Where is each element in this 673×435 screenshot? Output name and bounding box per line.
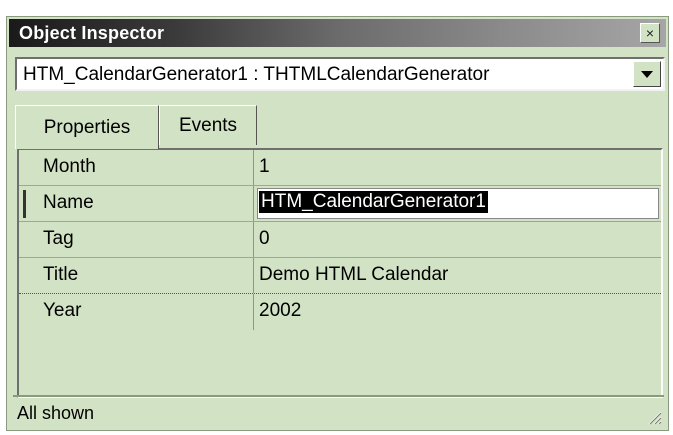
component-selector[interactable]: HTM_CalendarGenerator1 : THTMLCalendarGe… bbox=[15, 57, 665, 91]
status-bar: All shown bbox=[13, 395, 664, 427]
tab-properties[interactable]: Properties bbox=[15, 105, 159, 149]
close-button[interactable]: × bbox=[640, 23, 660, 43]
property-name: Month bbox=[43, 156, 96, 177]
property-row-month[interactable]: Month 1 bbox=[19, 150, 661, 186]
window-title: Object Inspector bbox=[19, 22, 165, 43]
selected-row-marker bbox=[23, 190, 26, 218]
column-divider[interactable] bbox=[253, 294, 254, 330]
object-inspector-window: Object Inspector × HTM_CalendarGenerator… bbox=[6, 16, 669, 431]
title-bar[interactable]: Object Inspector × bbox=[9, 19, 666, 47]
property-value[interactable]: 2002 bbox=[259, 300, 301, 322]
property-row-title[interactable]: Title Demo HTML Calendar bbox=[19, 258, 661, 294]
dropdown-button[interactable] bbox=[633, 61, 661, 87]
tab-events-label: Events bbox=[178, 114, 238, 136]
property-value-selected-text[interactable]: HTM_CalendarGenerator1 bbox=[259, 191, 488, 213]
column-divider[interactable] bbox=[253, 258, 254, 293]
property-value[interactable]: 1 bbox=[259, 156, 270, 178]
column-divider[interactable] bbox=[253, 186, 254, 221]
column-divider[interactable] bbox=[253, 222, 254, 257]
column-divider[interactable] bbox=[253, 150, 254, 185]
property-name: Name bbox=[43, 192, 94, 213]
tab-events[interactable]: Events bbox=[159, 105, 257, 145]
close-icon: × bbox=[645, 25, 655, 41]
property-grid: Month 1 Name HTM_CalendarGenerator1 Tag … bbox=[17, 148, 663, 398]
component-selector-value: HTM_CalendarGenerator1 : THTMLCalendarGe… bbox=[23, 64, 490, 85]
resize-grip-icon[interactable] bbox=[646, 409, 662, 425]
tab-properties-label: Properties bbox=[43, 116, 131, 138]
property-value[interactable]: 0 bbox=[259, 228, 270, 250]
property-value[interactable]: Demo HTML Calendar bbox=[259, 264, 448, 286]
property-row-name[interactable]: Name HTM_CalendarGenerator1 bbox=[19, 186, 661, 222]
property-name: Year bbox=[43, 300, 82, 321]
property-name: Title bbox=[43, 264, 79, 285]
property-row-year[interactable]: Year 2002 bbox=[19, 294, 661, 330]
property-name: Tag bbox=[43, 228, 74, 249]
property-row-tag[interactable]: Tag 0 bbox=[19, 222, 661, 258]
triangle-down-icon bbox=[641, 70, 653, 78]
status-text: All shown bbox=[17, 403, 95, 423]
